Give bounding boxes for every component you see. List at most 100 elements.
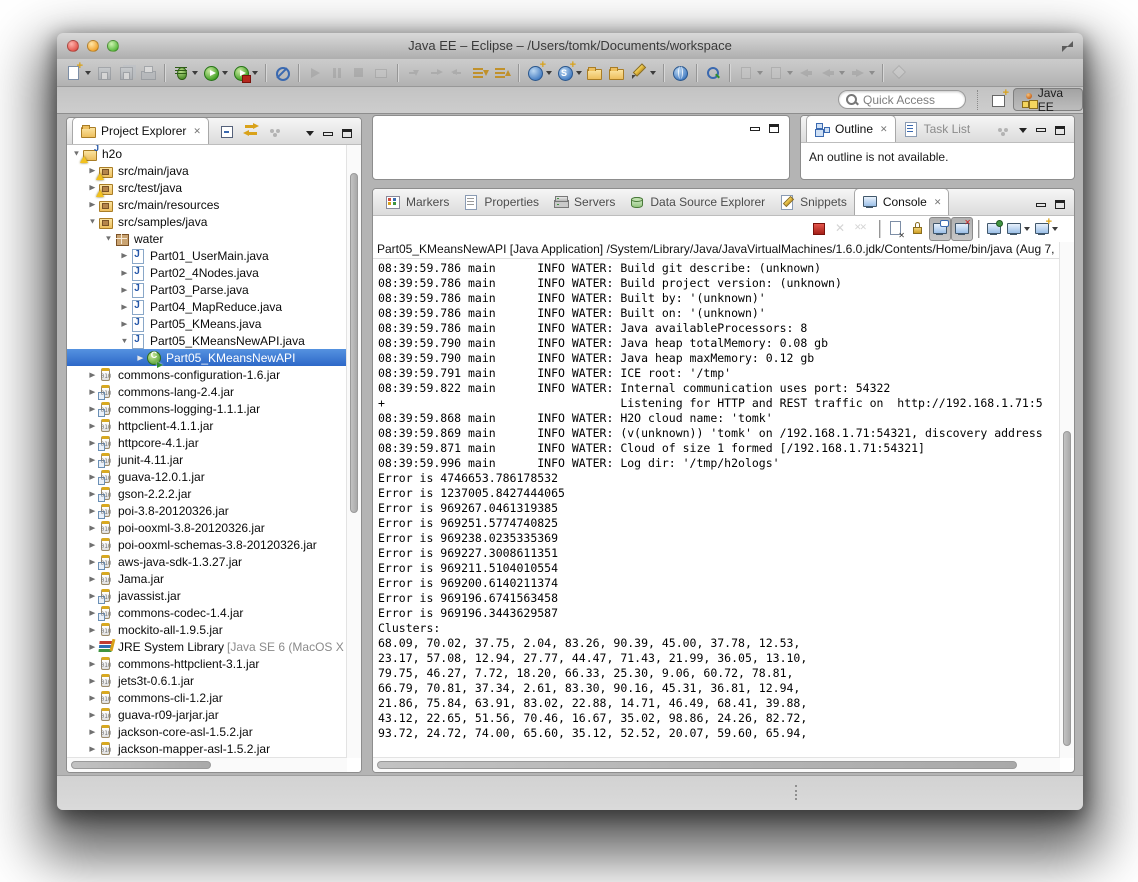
clear-console-button[interactable] bbox=[885, 217, 907, 241]
collapsed-arrow-icon[interactable]: ▶ bbox=[87, 574, 98, 582]
external-tools-dropdown-icon[interactable] bbox=[252, 70, 258, 75]
next-annotation-dropdown-icon[interactable] bbox=[757, 70, 763, 75]
tree-item-poi-ooxml-3-8-20120326-jar[interactable]: ▶ poi-ooxml-3.8-20120326.jar bbox=[67, 519, 361, 536]
collapsed-arrow-icon[interactable]: ▶ bbox=[87, 387, 98, 395]
last-edit-location-button[interactable] bbox=[795, 61, 817, 85]
tree-item-commons-cli-1-2-jar[interactable]: ▶ commons-cli-1.2.jar bbox=[67, 689, 361, 706]
open-perspective-button[interactable] bbox=[985, 87, 1013, 111]
minimize-view-icon[interactable] bbox=[323, 131, 333, 136]
tree-item-part05-kmeansnewapi-java[interactable]: ▼ Part05_KMeansNewAPI.java bbox=[67, 332, 361, 349]
tree-item-commons-httpclient-3-1-jar[interactable]: ▶ commons-httpclient-3.1.jar bbox=[67, 655, 361, 672]
tab-task-list[interactable]: Task List bbox=[896, 116, 978, 142]
tree-item-poi-ooxml-schemas-3-8-20120326-jar[interactable]: ▶ poi-ooxml-schemas-3.8-20120326.jar bbox=[67, 536, 361, 553]
tab-markers[interactable]: Markers bbox=[378, 189, 456, 215]
maximize-view-icon[interactable] bbox=[342, 129, 352, 138]
tree-item-junit-4-11-jar[interactable]: ▶ junit-4.11.jar bbox=[67, 451, 361, 468]
collapsed-arrow-icon[interactable]: ▶ bbox=[119, 251, 130, 259]
open-console-dropdown-icon[interactable] bbox=[1052, 227, 1058, 231]
tree-item-httpclient-4-1-1-jar[interactable]: ▶ httpclient-4.1.1.jar bbox=[67, 417, 361, 434]
tree-item-javassist-jar[interactable]: ▶ javassist.jar bbox=[67, 587, 361, 604]
tree-item-jre-system-library[interactable]: ▶ JRE System Library [Java SE 6 (MacOS X D… bbox=[67, 638, 361, 655]
collapsed-arrow-icon[interactable]: ▶ bbox=[135, 353, 146, 361]
show-on-stderr-button[interactable]: ✕ bbox=[951, 217, 973, 241]
suspend-button[interactable] bbox=[326, 61, 348, 85]
tree-item-commons-lang-2-4-jar[interactable]: ▶ commons-lang-2.4.jar bbox=[67, 383, 361, 400]
tab-snippets[interactable]: Snippets bbox=[772, 189, 854, 215]
remove-all-terminated-button[interactable] bbox=[852, 217, 874, 241]
display-selected-console-dropdown-icon[interactable] bbox=[1024, 227, 1030, 231]
save-button[interactable] bbox=[93, 61, 115, 85]
collapsed-arrow-icon[interactable]: ▶ bbox=[119, 319, 130, 327]
tree-item-h2o[interactable]: ▼h2o bbox=[67, 145, 361, 163]
tree-item-mockito-all-1-9-5-jar[interactable]: ▶ mockito-all-1.9.5.jar bbox=[67, 621, 361, 638]
new-service-wizard-dropdown-icon[interactable] bbox=[576, 70, 582, 75]
collapsed-arrow-icon[interactable]: ▶ bbox=[87, 625, 98, 633]
step-return-button[interactable] bbox=[447, 61, 469, 85]
new-wizard-button[interactable] bbox=[63, 60, 93, 85]
resume-button[interactable] bbox=[304, 61, 326, 85]
tree-vertical-scrollbar[interactable] bbox=[346, 145, 361, 758]
maximize-view-icon[interactable] bbox=[1055, 200, 1065, 209]
minimize-window-button[interactable] bbox=[87, 40, 99, 52]
tree-item-jackson-core-asl-1-5-2-jar[interactable]: ▶ jackson-core-asl-1.5.2.jar bbox=[67, 723, 361, 740]
mark-occurrences-button[interactable] bbox=[628, 61, 658, 85]
forward-history-dropdown-icon[interactable] bbox=[869, 70, 875, 75]
debug-dropdown-icon[interactable] bbox=[192, 70, 198, 75]
tree-item-src-test-java[interactable]: ▶ src/test/java bbox=[67, 179, 361, 197]
tree-item-part05-kmeansnewapi[interactable]: ▶ Part05_KMeansNewAPI bbox=[67, 349, 361, 368]
forward-history-button[interactable] bbox=[847, 61, 877, 85]
statusbar-drag-handle[interactable] bbox=[795, 785, 797, 800]
collapsed-arrow-icon[interactable]: ▶ bbox=[119, 302, 130, 310]
collapsed-arrow-icon[interactable]: ▶ bbox=[87, 506, 98, 514]
external-tools-button[interactable] bbox=[230, 61, 260, 85]
scroll-lock-button[interactable] bbox=[907, 217, 929, 241]
collapsed-arrow-icon[interactable]: ▶ bbox=[87, 523, 98, 531]
tree-item-part05-kmeans-java[interactable]: ▶ Part05_KMeans.java bbox=[67, 315, 361, 332]
zoom-window-button[interactable] bbox=[107, 40, 119, 52]
back-history-dropdown-icon[interactable] bbox=[839, 70, 845, 75]
quick-access-input[interactable] bbox=[861, 91, 955, 108]
collapsed-arrow-icon[interactable]: ▶ bbox=[87, 693, 98, 701]
collapsed-arrow-icon[interactable]: ▶ bbox=[87, 472, 98, 480]
search-button[interactable] bbox=[702, 61, 724, 85]
import-files-button[interactable] bbox=[584, 61, 606, 85]
remove-launch-button[interactable] bbox=[830, 217, 852, 241]
terminate-debug-button[interactable] bbox=[348, 61, 370, 85]
maximize-view-icon[interactable] bbox=[769, 124, 779, 133]
tree-item-src-main-java[interactable]: ▶ src/main/java bbox=[67, 162, 361, 180]
tree-item-commons-configuration-1-6-jar[interactable]: ▶ commons-configuration-1.6.jar bbox=[67, 366, 361, 383]
tree-item-part03-parse-java[interactable]: ▶ Part03_Parse.java bbox=[67, 281, 361, 298]
collapsed-arrow-icon[interactable]: ▶ bbox=[87, 710, 98, 718]
expanded-arrow-icon[interactable]: ▼ bbox=[119, 336, 130, 344]
collapsed-arrow-icon[interactable]: ▶ bbox=[87, 421, 98, 429]
tab-project-explorer[interactable]: Project Explorer ✕ bbox=[72, 118, 209, 144]
tree-item-jackson-mapper-asl-1-5-2-jar[interactable]: ▶ jackson-mapper-asl-1.5.2.jar bbox=[67, 740, 361, 757]
quick-access-box[interactable] bbox=[838, 90, 966, 109]
display-selected-console-button[interactable] bbox=[1004, 217, 1032, 241]
step-over-button[interactable] bbox=[425, 61, 447, 85]
collapsed-arrow-icon[interactable]: ▶ bbox=[87, 540, 98, 548]
pin-console-button[interactable] bbox=[984, 217, 1004, 241]
collapsed-arrow-icon[interactable]: ▶ bbox=[87, 727, 98, 735]
collapse-annotations-button[interactable] bbox=[491, 61, 513, 85]
open-web-browser-button[interactable] bbox=[669, 61, 691, 85]
view-menu-icon[interactable] bbox=[306, 131, 314, 136]
collapsed-arrow-icon[interactable]: ▶ bbox=[87, 642, 98, 650]
fullscreen-icon[interactable] bbox=[1062, 41, 1073, 52]
terminate-button[interactable] bbox=[808, 217, 830, 241]
tree-item-jets3t-0-6-1-jar[interactable]: ▶ jets3t-0.6.1.jar bbox=[67, 672, 361, 689]
close-icon[interactable]: ✕ bbox=[191, 126, 201, 137]
console-vertical-scrollbar[interactable] bbox=[1059, 242, 1074, 758]
collapsed-arrow-icon[interactable]: ▶ bbox=[87, 591, 98, 599]
export-files-button[interactable] bbox=[606, 61, 628, 85]
open-console-button[interactable]: + bbox=[1032, 216, 1060, 241]
debug-button[interactable] bbox=[170, 61, 200, 85]
tree-item-part01-usermain-java[interactable]: ▶ Part01_UserMain.java bbox=[67, 247, 361, 264]
link-with-editor-button[interactable] bbox=[242, 123, 259, 138]
close-icon[interactable]: ✕ bbox=[932, 197, 942, 208]
show-on-stdout-button[interactable] bbox=[929, 217, 951, 241]
tab-data-source-explorer[interactable]: Data Source Explorer bbox=[622, 189, 772, 215]
collapsed-arrow-icon[interactable]: ▶ bbox=[87, 438, 98, 446]
expanded-arrow-icon[interactable]: ▼ bbox=[103, 234, 114, 242]
tree-item-commons-codec-1-4-jar[interactable]: ▶ commons-codec-1.4.jar bbox=[67, 604, 361, 621]
